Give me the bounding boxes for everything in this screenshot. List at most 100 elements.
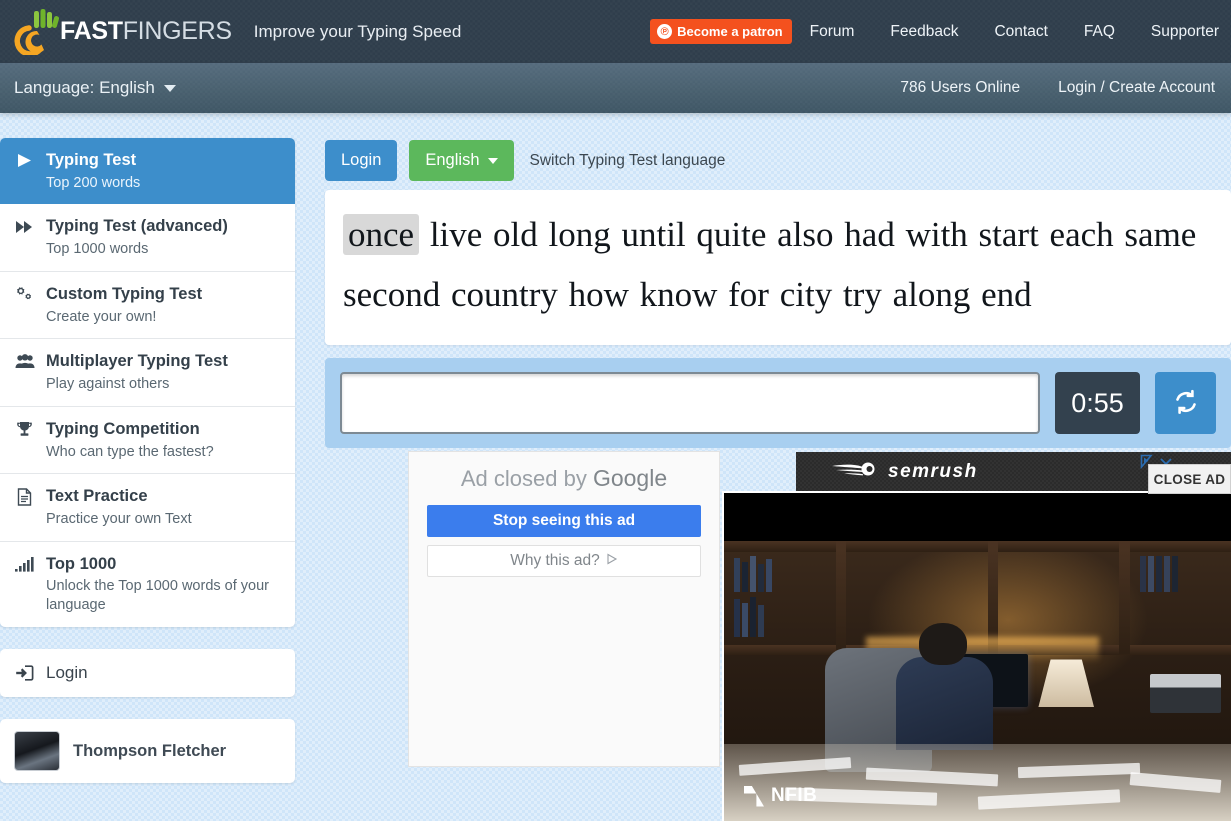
sidebar-item-title-row: Text Practice [14,486,281,507]
shelf-top [724,541,1231,553]
shelf-divider-left [835,541,846,654]
sidebar-item-title-row: Typing Competition [14,419,281,440]
sidebar-item-subtitle: Play against others [46,376,170,393]
login-button[interactable]: Login [325,140,398,181]
restart-test-button[interactable] [1155,372,1216,435]
sidebar-item-text-practice[interactable]: Text Practice Practice your own Text [0,474,295,542]
semrush-wordmark: semrush [888,461,978,482]
sub-navigation: 786 Users Online Login / Create Account [881,79,1231,97]
nav-link-feedback[interactable]: Feedback [872,23,976,41]
stop-seeing-this-ad-button[interactable]: Stop seeing this ad [427,505,701,537]
sidebar-item-subtitle: Who can type the fastest? [46,443,214,460]
books-group-a [734,552,773,592]
typing-input-row: 0:55 [325,358,1231,449]
caret-down-icon [487,157,498,164]
forward-icon [14,220,35,234]
person-head [919,622,968,666]
sidebar-menu-card: Typing Test Top 200 words Typing Test (a… [0,138,295,628]
chevron-down-icon [163,84,176,92]
nfib-label: NFIB [771,785,818,806]
signal-bars-icon [14,556,35,572]
current-word: once [343,214,420,255]
nav-link-supporter[interactable]: Supporter [1133,23,1231,41]
semrush-brand: semrush [830,460,978,484]
top-header-bar: FASTFINGERS Improve your Typing Speed ℗ … [0,0,1231,63]
switch-language-note: Switch Typing Test language [529,151,726,169]
sidebar-item-label: Multiplayer Typing Test [46,352,228,371]
site-tagline: Improve your Typing Speed [253,21,462,41]
sidebar-item-label: Typing Test [46,151,137,169]
close-ad-button[interactable]: CLOSE AD [1148,464,1231,494]
sidebar-login-card[interactable]: Login [0,649,295,698]
main-content: Login English Switch Typing Test languag… [325,138,1231,449]
play-triangle-icon [606,552,618,570]
fastfingers-hand-logo-icon [14,8,64,57]
sidebar-item-label: Top 1000 [46,554,117,573]
trophy-icon [14,421,35,437]
top-navigation: ℗ Become a patron Forum Feedback Contact… [650,0,1231,63]
google-ad-closed-panel: Ad closed by Google Stop seeing this ad … [408,451,720,767]
nfib-watermark: NFIB [744,785,817,807]
sidebar-login-label: Login [46,663,88,683]
logo-wordmark: FASTFINGERS [60,17,232,45]
sidebar: Typing Test Top 200 words Typing Test (a… [0,138,295,784]
sidebar-item-typing-test[interactable]: Typing Test Top 200 words [0,138,295,205]
language-dropdown-button[interactable]: English [409,140,514,181]
nfib-logo-icon [744,785,764,807]
sidebar-item-subtitle: Top 200 words [46,174,141,191]
refresh-icon [1172,388,1200,419]
sidebar-item-custom-typing-test[interactable]: Custom Typing Test Create your own! [0,272,295,340]
language-selector[interactable]: Language: English [14,78,176,98]
books-group-c [1139,552,1178,592]
become-a-patron-button[interactable]: ℗ Become a patron [650,19,792,44]
printer [1149,673,1221,713]
sidebar-item-multiplayer-typing-test[interactable]: Multiplayer Typing Test Play against oth… [0,339,295,407]
sign-in-icon [14,665,35,681]
users-icon [14,354,35,369]
nav-link-forum[interactable]: Forum [792,23,873,41]
user-name-label: Thompson Fletcher [73,741,227,760]
patron-label: Become a patron [677,24,783,39]
video-ad-frame [724,541,1231,821]
patreon-icon: ℗ [657,24,673,39]
video-ad-player[interactable]: NFIB [722,491,1231,821]
login-create-account-link[interactable]: Login / Create Account [1039,79,1231,97]
typing-input[interactable] [340,372,1040,435]
sidebar-item-label: Typing Competition [46,419,200,438]
sidebar-item-label: Typing Test (advanced) [46,217,228,236]
sidebar-item-label: Text Practice [46,487,148,506]
ad-closed-title: Ad closed by Google [460,465,668,491]
avatar [14,731,60,772]
remaining-words: live old long until quite also had with … [343,215,1197,315]
nav-link-contact[interactable]: Contact [976,23,1065,41]
nav-link-faq[interactable]: FAQ [1066,23,1133,41]
books-group-b [734,596,765,637]
sidebar-item-top-1000[interactable]: Top 1000 Unlock the Top 1000 words of yo… [0,542,295,627]
sidebar-item-subtitle: Practice your own Text [46,510,192,527]
sidebar-item-typing-competition[interactable]: Typing Competition Who can type the fast… [0,407,295,475]
person-body [896,656,993,750]
countdown-timer: 0:55 [1055,372,1140,435]
sidebar-item-title-row: Typing Test [14,150,281,171]
sidebar-item-title-row: Multiplayer Typing Test [14,351,281,372]
document-icon [14,487,35,506]
sidebar-item-title-row: Top 1000 [14,554,281,575]
users-online-count: 786 Users Online [900,79,1021,96]
sidebar-user-card[interactable]: Thompson Fletcher [0,719,295,784]
sidebar-item-title-row: Typing Test (advanced) [14,216,281,237]
typing-test-toolbar: Login English Switch Typing Test languag… [325,138,1231,183]
sidebar-item-subtitle: Unlock the Top 1000 words of your langua… [46,578,270,614]
paper-pile-foreground [724,744,1231,821]
language-selector-label: Language: English [14,78,155,97]
semrush-comet-icon [830,460,878,484]
shelf-divider-right [1119,541,1130,654]
sub-header-bar: Language: English 786 Users Online Login… [0,63,1231,113]
site-logo[interactable]: FASTFINGERS [14,8,232,57]
cogs-icon [14,286,35,303]
why-this-ad-button[interactable]: Why this ad? [427,545,701,577]
why-this-ad-label: Why this ad? [510,552,600,569]
sidebar-item-typing-test-advanced[interactable]: Typing Test (advanced) Top 1000 words [0,204,295,272]
sidebar-item-title-row: Custom Typing Test [14,284,281,305]
sidebar-item-subtitle: Top 1000 words [46,241,149,258]
language-dropdown-label: English [425,151,480,169]
